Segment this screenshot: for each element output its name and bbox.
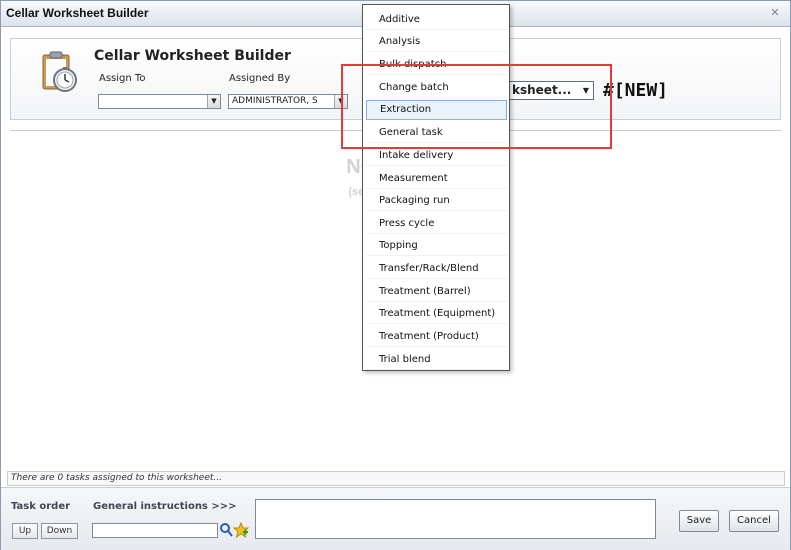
dropdown-item-treatment-product[interactable]: Treatment (Product) bbox=[366, 327, 507, 347]
general-instructions-label: General instructions >>> bbox=[93, 501, 237, 512]
worksheet-type-select[interactable]: ksheet... ▼ bbox=[508, 81, 594, 100]
add-favorite-star-icon[interactable] bbox=[233, 522, 249, 538]
assigned-by-label: Assigned By bbox=[229, 73, 291, 84]
dropdown-item-trial-blend[interactable]: Trial blend bbox=[366, 350, 507, 370]
chevron-down-icon[interactable]: ▼ bbox=[334, 95, 347, 108]
dropdown-item-analysis[interactable]: Analysis bbox=[366, 32, 507, 52]
task-order-label: Task order bbox=[11, 501, 71, 512]
save-button[interactable]: Save bbox=[679, 510, 719, 532]
assigned-by-select[interactable]: ADMINISTRATOR, S ▼ bbox=[228, 94, 348, 109]
move-up-button[interactable]: Up bbox=[12, 523, 38, 539]
dropdown-item-transfer-rack-blend[interactable]: Transfer/Rack/Blend bbox=[366, 259, 507, 279]
dropdown-item-change-batch[interactable]: Change batch bbox=[366, 78, 507, 98]
assign-to-select[interactable]: ▼ bbox=[98, 94, 221, 109]
dropdown-item-treatment-barrel[interactable]: Treatment (Barrel) bbox=[366, 282, 507, 302]
worksheet-id-label: #[NEW] bbox=[603, 80, 669, 101]
dropdown-item-additive[interactable]: Additive bbox=[366, 10, 507, 30]
clipboard-stopwatch-icon bbox=[42, 51, 77, 92]
assign-to-label: Assign To bbox=[99, 73, 146, 84]
search-icon[interactable] bbox=[219, 522, 233, 538]
dropdown-item-treatment-equipment[interactable]: Treatment (Equipment) bbox=[366, 304, 507, 324]
close-icon[interactable]: ✕ bbox=[768, 6, 782, 20]
general-instructions-textarea[interactable] bbox=[255, 499, 656, 539]
dropdown-item-intake-delivery[interactable]: Intake delivery bbox=[366, 146, 507, 166]
dropdown-item-measurement[interactable]: Measurement bbox=[366, 169, 507, 189]
chevron-down-icon[interactable]: ▼ bbox=[207, 95, 220, 108]
assigned-by-value: ADMINISTRATOR, S bbox=[232, 96, 318, 106]
status-bar: There are 0 tasks assigned to this works… bbox=[7, 471, 785, 486]
footer-panel: Task order General instructions >>> Up D… bbox=[1, 487, 790, 550]
worksheet-builder-window: Cellar Worksheet Builder ✕ Cellar Worksh… bbox=[0, 0, 791, 550]
dropdown-item-bulk-dispatch[interactable]: Bulk dispatch bbox=[366, 55, 507, 75]
task-type-dropdown[interactable]: Additive Analysis Bulk dispatch Change b… bbox=[362, 4, 510, 371]
cancel-button[interactable]: Cancel bbox=[729, 510, 779, 532]
worksheet-type-value: ksheet... bbox=[512, 83, 572, 97]
instruction-search-input[interactable] bbox=[92, 523, 218, 538]
dropdown-item-extraction[interactable]: Extraction bbox=[366, 100, 507, 120]
dropdown-item-general-task[interactable]: General task bbox=[366, 123, 507, 143]
move-down-button[interactable]: Down bbox=[41, 523, 78, 539]
window-title: Cellar Worksheet Builder bbox=[6, 6, 149, 20]
chevron-down-icon[interactable]: ▼ bbox=[583, 82, 589, 99]
header-title: Cellar Worksheet Builder bbox=[94, 48, 291, 64]
dropdown-item-press-cycle[interactable]: Press cycle bbox=[366, 214, 507, 234]
dropdown-item-packaging-run[interactable]: Packaging run bbox=[366, 191, 507, 211]
dropdown-item-topping[interactable]: Topping bbox=[366, 236, 507, 256]
